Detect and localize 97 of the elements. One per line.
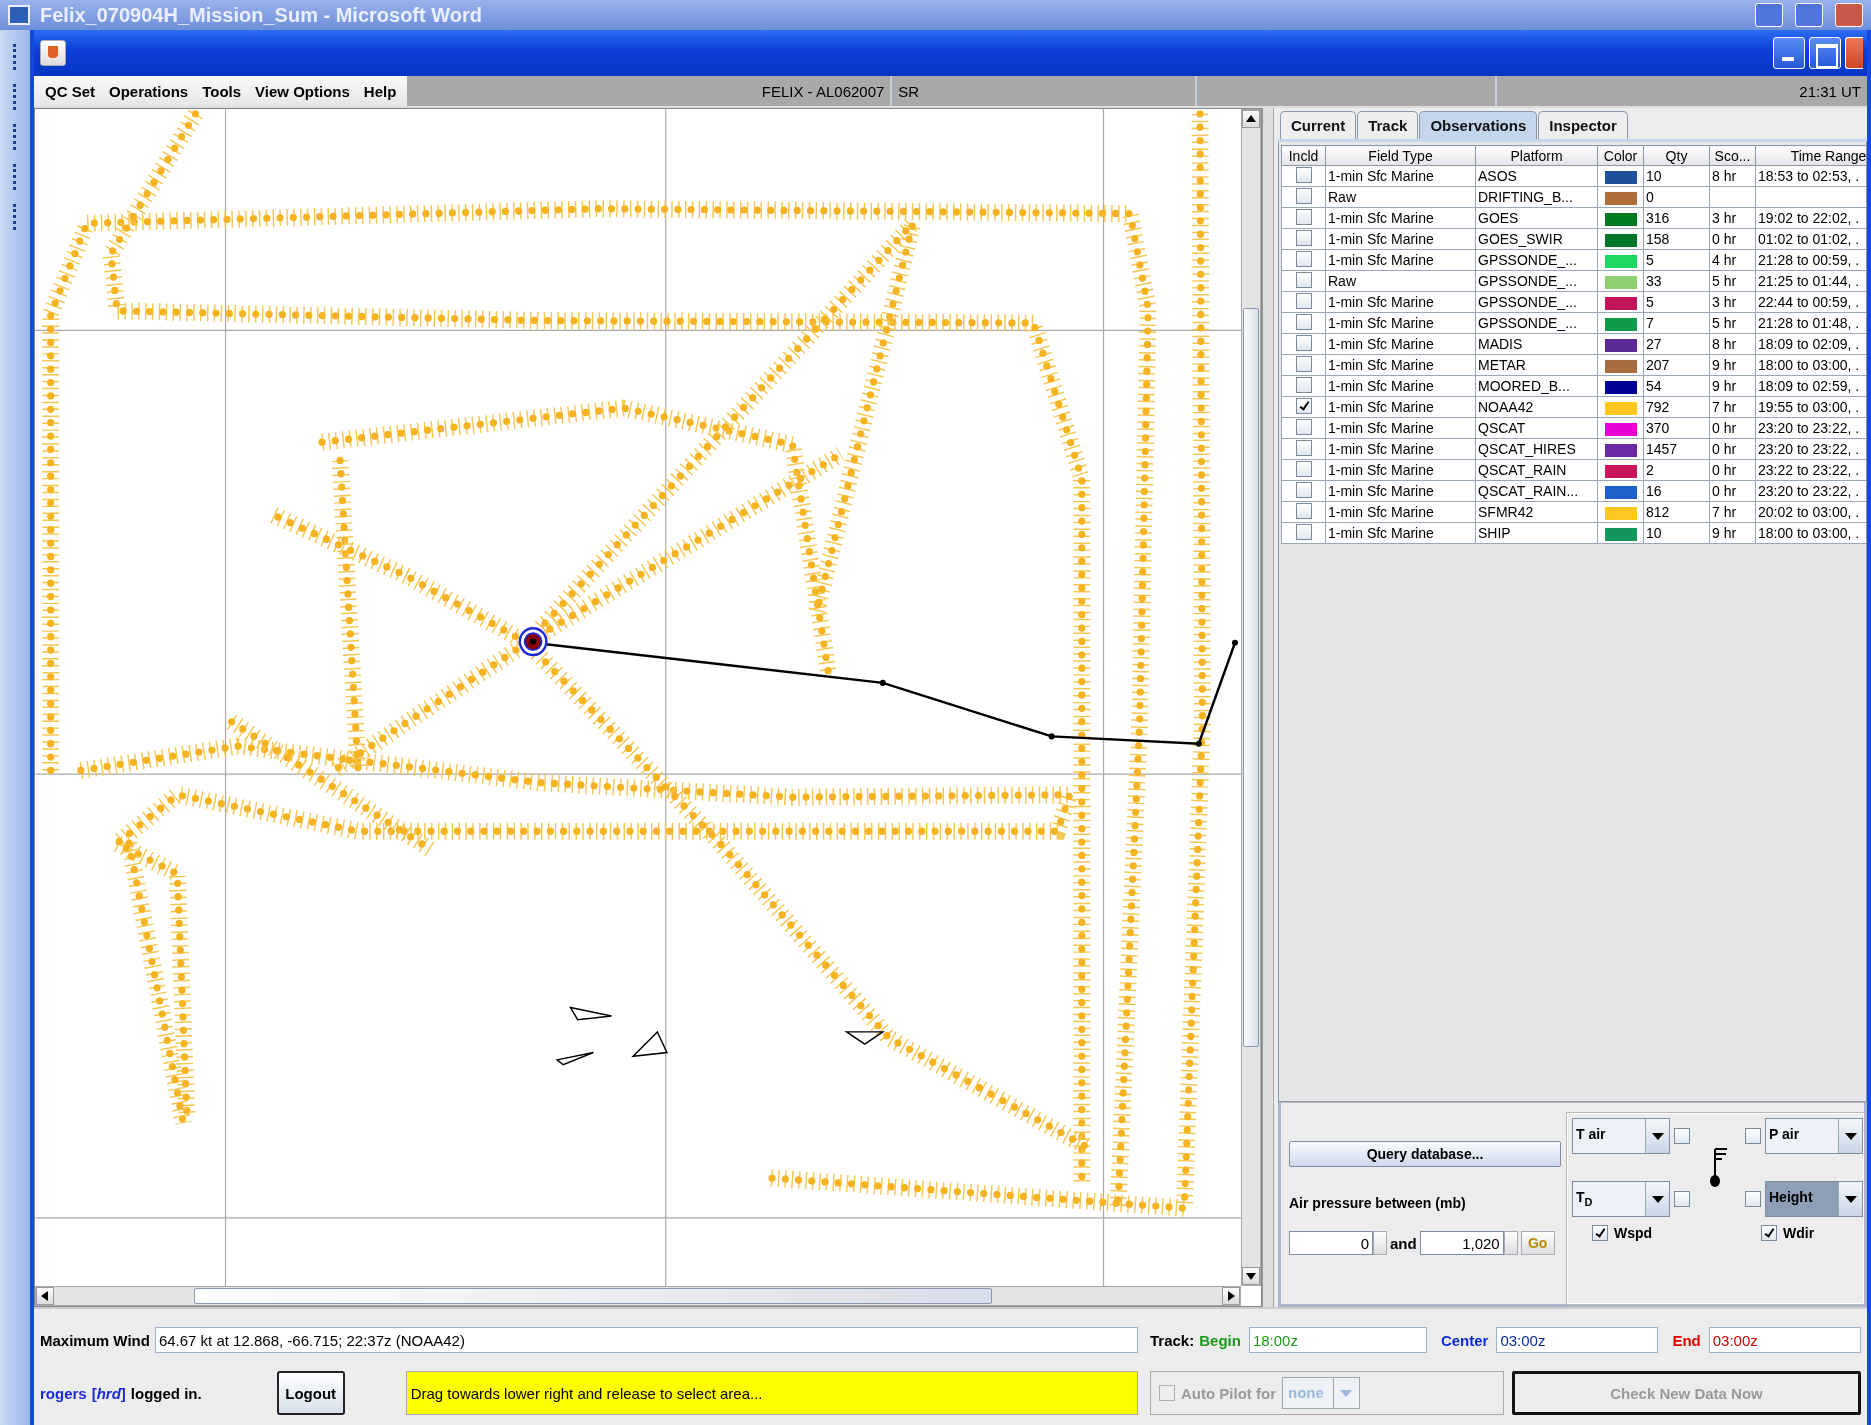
include-checkbox[interactable] — [1295, 313, 1312, 330]
dropdown[interactable]: Height — [1765, 1181, 1863, 1217]
include-checkbox[interactable] — [1295, 355, 1312, 372]
logout-button[interactable]: Logout — [276, 1371, 345, 1415]
column-header[interactable]: Time Range — [1755, 145, 1866, 166]
menu-item[interactable]: Tools — [195, 82, 249, 100]
pressure-label: Air pressure between (mb) — [1289, 1195, 1467, 1211]
include-checkbox[interactable] — [1295, 376, 1312, 393]
tab[interactable]: Track — [1357, 111, 1419, 139]
field-label: End — [1672, 1331, 1701, 1349]
checkbox[interactable] — [1745, 1128, 1761, 1144]
menu-item[interactable]: QC Set — [38, 82, 102, 100]
app-icon — [40, 40, 66, 66]
user-group: [hrd] — [91, 1384, 126, 1402]
tab[interactable]: Inspector — [1538, 111, 1628, 139]
caret-icon — [1844, 1132, 1857, 1140]
maximum-wind-field[interactable]: 64.67 kt at 12.868, -66.715; 22:37z (NOAA42) — [154, 1327, 1138, 1353]
field-label: Track: — [1150, 1331, 1195, 1349]
include-checkbox[interactable] — [1295, 271, 1312, 288]
checkbox-label: Auto Pilot for — [1181, 1384, 1276, 1402]
toolbar-grip[interactable] — [13, 204, 17, 230]
toolbar-grip[interactable] — [13, 164, 17, 190]
include-checkbox[interactable] — [1295, 523, 1312, 540]
column-header[interactable]: Qty — [1643, 145, 1710, 166]
include-checkbox[interactable] — [1295, 334, 1312, 351]
include-checkbox[interactable] — [1295, 208, 1312, 225]
scroll-down-button[interactable] — [1242, 1267, 1260, 1285]
maximize-button[interactable] — [1809, 37, 1841, 69]
close-button[interactable] — [1845, 37, 1863, 69]
column-header[interactable]: Sco... — [1709, 145, 1756, 166]
include-checkbox[interactable] — [1295, 460, 1312, 477]
center-time-field[interactable]: 03:00z — [1496, 1327, 1659, 1353]
include-checkbox[interactable] — [1295, 250, 1312, 267]
storm-center-icon — [518, 627, 548, 657]
maximize-button[interactable] — [1795, 3, 1823, 27]
column-header[interactable]: Platform — [1475, 145, 1598, 166]
include-checkbox[interactable] — [1295, 229, 1312, 246]
checkbox[interactable] — [1674, 1191, 1690, 1207]
include-checkbox[interactable] — [1295, 418, 1312, 435]
scroll-up-button[interactable] — [1242, 110, 1260, 128]
number-field[interactable]: 1,020 — [1419, 1231, 1504, 1255]
column-header[interactable]: Color — [1597, 145, 1644, 166]
user-name: rogers — [40, 1384, 87, 1402]
tab[interactable]: Observations — [1419, 111, 1538, 139]
checkbox-label: Wspd — [1614, 1225, 1653, 1241]
query-button[interactable]: Query database... — [1289, 1141, 1561, 1167]
dropdown[interactable]: T air — [1572, 1118, 1670, 1154]
begin-time-field[interactable]: 18:00z — [1248, 1327, 1427, 1353]
dropdown[interactable]: P air — [1765, 1118, 1863, 1154]
scroll-left-button[interactable] — [36, 1287, 54, 1305]
minimize-button[interactable] — [1773, 37, 1805, 69]
toolbar-grip[interactable] — [13, 84, 17, 110]
checkbox[interactable] — [1674, 1128, 1690, 1144]
and-label: and — [1390, 1234, 1417, 1252]
login-status: logged in. — [130, 1384, 202, 1402]
toolbar-grip[interactable] — [13, 124, 17, 150]
checkbox-label: Wdir — [1783, 1225, 1815, 1241]
window-title: Felix_070904H_Mission_Sum - Microsoft Word — [40, 3, 483, 27]
include-checkbox[interactable] — [1295, 166, 1312, 183]
include-checkbox[interactable] — [1295, 187, 1312, 204]
menu-item[interactable]: View Options — [248, 82, 357, 100]
mode-label: SR — [898, 82, 920, 100]
field-label: Begin — [1199, 1331, 1241, 1349]
dropdown[interactable]: T$_{D}$ — [1572, 1181, 1670, 1217]
column-header[interactable]: Field Type — [1325, 145, 1476, 166]
checkbox[interactable] — [1761, 1225, 1777, 1241]
end-time-field[interactable]: 03:00z — [1708, 1327, 1861, 1353]
menu-item[interactable]: Operations — [102, 82, 196, 100]
caret-icon — [1651, 1195, 1664, 1203]
field-label: Maximum Wind — [40, 1331, 150, 1349]
clock-time: 21:31 UT — [1799, 82, 1861, 100]
number-field[interactable]: 0 — [1289, 1231, 1373, 1255]
status-message: Drag towards lower right and release to select area... — [405, 1371, 1138, 1415]
toolbar-grip[interactable] — [13, 44, 17, 70]
caret-icon — [1651, 1132, 1664, 1140]
field-label: Center — [1440, 1331, 1489, 1349]
include-checkbox[interactable] — [1295, 292, 1312, 309]
scroll-right-button[interactable] — [1222, 1287, 1240, 1305]
scrollbar-thumb[interactable] — [1243, 308, 1259, 1047]
caret-icon — [1340, 1389, 1353, 1397]
caret-icon — [1844, 1195, 1857, 1203]
minimize-button[interactable] — [1755, 3, 1783, 27]
column-header[interactable]: Incld — [1281, 145, 1326, 166]
include-checkbox[interactable] — [1295, 502, 1312, 519]
document-icon — [8, 5, 30, 25]
include-checkbox[interactable] — [1295, 481, 1312, 498]
vertical-scrollbar[interactable] — [1241, 109, 1261, 1286]
include-checkbox[interactable] — [1295, 439, 1312, 456]
checkbox[interactable] — [1592, 1225, 1608, 1241]
checkbox[interactable] — [1745, 1191, 1761, 1207]
tab[interactable]: Current — [1280, 111, 1357, 139]
horizontal-scrollbar[interactable] — [35, 1286, 1241, 1306]
scrollbar-thumb[interactable] — [194, 1288, 992, 1304]
include-checkbox[interactable] — [1295, 397, 1312, 414]
menu-item[interactable]: Help — [356, 82, 404, 100]
storm-name: FELIX - AL062007 — [761, 82, 885, 100]
close-button[interactable] — [1835, 3, 1863, 27]
